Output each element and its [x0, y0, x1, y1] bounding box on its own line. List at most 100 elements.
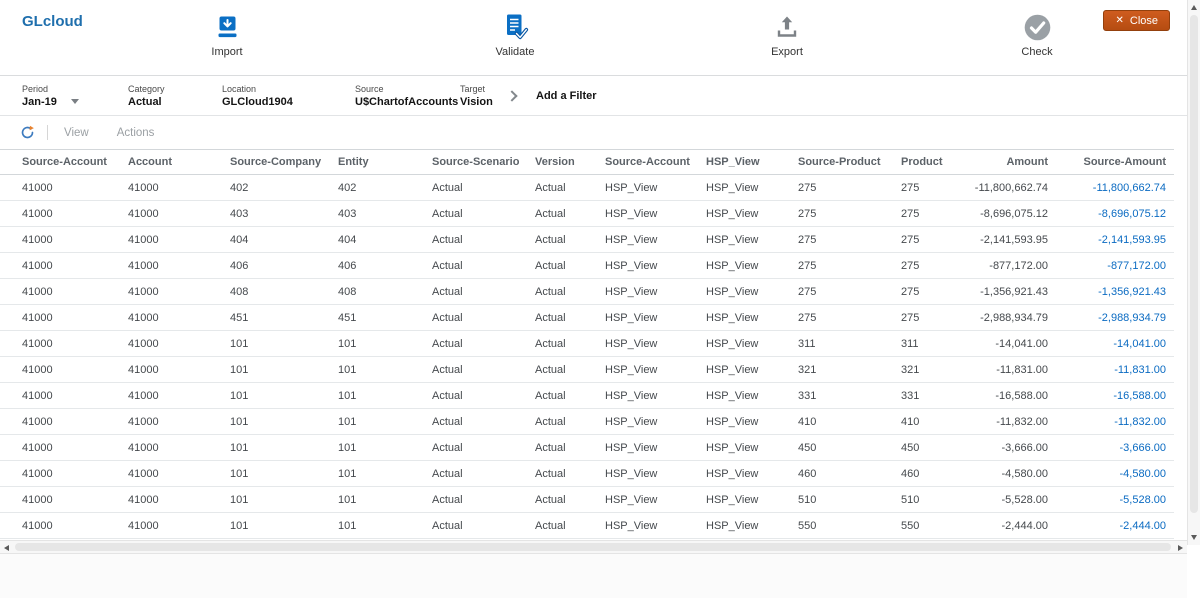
table-row[interactable]: 41000 41000 406 406 Actual Actual HSP_View HSP_… — [0, 252, 1174, 279]
table-cell: Actual — [527, 460, 597, 487]
table-cell: 451 — [330, 304, 424, 331]
table-cell: 41000 — [0, 226, 120, 253]
table-cell: HSP_View — [597, 408, 698, 435]
column-header-source-account[interactable]: Source-Account — [597, 149, 698, 175]
table-cell: HSP_View — [698, 278, 790, 305]
column-header-hsp_view[interactable]: HSP_View — [698, 149, 790, 175]
table-row[interactable]: 41000 41000 404 404 Actual Actual HSP_View HSP_… — [0, 226, 1174, 253]
table-cell: HSP_View — [698, 226, 790, 253]
table-cell: 275 — [790, 174, 893, 201]
table-cell: 450 — [893, 434, 948, 461]
column-header-version[interactable]: Version — [527, 149, 597, 175]
table-cell: 101 — [222, 382, 330, 409]
table-cell: 275 — [790, 304, 893, 331]
table-cell: 451 — [222, 304, 330, 331]
view-menu[interactable]: View — [64, 127, 89, 139]
add-filter-button[interactable]: Add a Filter — [536, 90, 597, 102]
pov-location[interactable]: Location GLCloud1904 — [222, 84, 355, 108]
table-row[interactable]: 41000 41000 403 403 Actual Actual HSP_View HSP_… — [0, 200, 1174, 227]
table-cell: -11,831.00 — [1056, 356, 1174, 383]
table-cell: -4,580.00 — [948, 460, 1056, 487]
pov-target-value: Vision — [460, 95, 493, 108]
close-x-icon: ✕ — [1115, 15, 1124, 26]
table-cell: HSP_View — [597, 278, 698, 305]
pov-period[interactable]: Period Jan-19 — [22, 84, 128, 108]
table-cell: 101 — [330, 408, 424, 435]
table-row[interactable]: 41000 41000 101 101 Actual Actual HSP_View HSP_… — [0, 486, 1174, 513]
import-icon — [177, 12, 277, 42]
vertical-scroll-thumb[interactable] — [1190, 15, 1198, 513]
table-cell: 41000 — [120, 408, 222, 435]
table-cell: HSP_View — [698, 408, 790, 435]
horizontal-scrollbar[interactable] — [0, 540, 1187, 554]
column-header-source-account[interactable]: Source-Account — [0, 149, 120, 175]
horizontal-scroll-thumb[interactable] — [15, 543, 1171, 551]
table-row[interactable]: 41000 41000 101 101 Actual Actual HSP_View HSP_… — [0, 512, 1174, 539]
table-cell: 402 — [330, 174, 424, 201]
table-cell: -877,172.00 — [1056, 252, 1174, 279]
table-cell: 41000 — [0, 512, 120, 539]
scroll-right-icon[interactable] — [1178, 544, 1183, 551]
table-cell: 404 — [330, 226, 424, 253]
pov-period-label: Period — [22, 83, 49, 94]
table-cell: 550 — [790, 512, 893, 539]
actions-menu[interactable]: Actions — [117, 127, 155, 139]
table-cell: 460 — [790, 460, 893, 487]
column-header-source-scenario[interactable]: Source-Scenario — [424, 149, 527, 175]
table-cell: HSP_View — [597, 174, 698, 201]
table-cell: HSP_View — [698, 512, 790, 539]
table-cell: -11,800,662.74 — [948, 174, 1056, 201]
table-cell: -2,988,934.79 — [1056, 304, 1174, 331]
table-cell: 41000 — [0, 460, 120, 487]
table-cell: -3,666.00 — [1056, 434, 1174, 461]
pov-target[interactable]: Target Vision — [460, 84, 506, 108]
table-cell: -3,666.00 — [948, 434, 1056, 461]
table-cell: 321 — [893, 356, 948, 383]
column-header-source-company[interactable]: Source-Company — [222, 149, 330, 175]
scroll-left-icon[interactable] — [4, 544, 9, 551]
table-cell: 41000 — [120, 356, 222, 383]
import-button[interactable]: Import — [177, 12, 277, 58]
table-row[interactable]: 41000 41000 101 101 Actual Actual HSP_View HSP_… — [0, 356, 1174, 383]
column-header-entity[interactable]: Entity — [330, 149, 424, 175]
column-header-source-amount[interactable]: Source-Amount — [1056, 149, 1174, 175]
chevron-down-icon[interactable] — [70, 99, 79, 104]
close-button[interactable]: ✕ Close — [1103, 10, 1170, 31]
column-header-account[interactable]: Account — [120, 149, 222, 175]
table-row[interactable]: 41000 41000 101 101 Actual Actual HSP_View HSP_… — [0, 382, 1174, 409]
check-button[interactable]: Check — [987, 12, 1087, 58]
table-cell: 41000 — [0, 252, 120, 279]
table-cell: HSP_View — [597, 304, 698, 331]
table-cell: 41000 — [0, 330, 120, 357]
table-row[interactable]: 41000 41000 408 408 Actual Actual HSP_View HSP_… — [0, 278, 1174, 305]
table-row[interactable]: 41000 41000 101 101 Actual Actual HSP_View HSP_… — [0, 408, 1174, 435]
column-header-amount[interactable]: Amount — [948, 149, 1056, 175]
refresh-button[interactable] — [20, 125, 35, 140]
table-cell: HSP_View — [698, 252, 790, 279]
table-cell: -8,696,075.12 — [1056, 200, 1174, 227]
validate-button[interactable]: Validate — [465, 12, 565, 58]
pov-category[interactable]: Category Actual — [128, 84, 222, 108]
table-cell: 41000 — [120, 434, 222, 461]
table-row[interactable]: 41000 41000 402 402 Actual Actual HSP_View HSP_… — [0, 174, 1174, 201]
pov-source[interactable]: Source U$ChartofAccounts — [355, 84, 460, 108]
table-cell: HSP_View — [597, 356, 698, 383]
table-cell: Actual — [527, 252, 597, 279]
pov-target-label: Target — [460, 83, 486, 94]
chevron-right-icon[interactable] — [506, 89, 518, 102]
export-button[interactable]: Export — [737, 12, 837, 58]
scroll-down-icon[interactable] — [1191, 535, 1197, 540]
column-header-product[interactable]: Product — [893, 149, 948, 175]
vertical-scrollbar[interactable] — [1187, 0, 1200, 545]
data-grid: Source-Account Account Source-Company Entit… — [0, 149, 1187, 539]
table-row[interactable]: 41000 41000 101 101 Actual Actual HSP_View HSP_… — [0, 460, 1174, 487]
pov-location-label: Location — [222, 83, 257, 94]
table-row[interactable]: 41000 41000 101 101 Actual Actual HSP_View HSP_… — [0, 330, 1174, 357]
table-cell: -2,141,593.95 — [948, 226, 1056, 253]
table-cell: -5,528.00 — [1056, 486, 1174, 513]
table-cell: Actual — [424, 382, 527, 409]
table-row[interactable]: 41000 41000 101 101 Actual Actual HSP_View HSP_… — [0, 434, 1174, 461]
scroll-up-icon[interactable] — [1191, 5, 1197, 10]
table-row[interactable]: 41000 41000 451 451 Actual Actual HSP_View HSP_… — [0, 304, 1174, 331]
column-header-source-product[interactable]: Source-Product — [790, 149, 893, 175]
